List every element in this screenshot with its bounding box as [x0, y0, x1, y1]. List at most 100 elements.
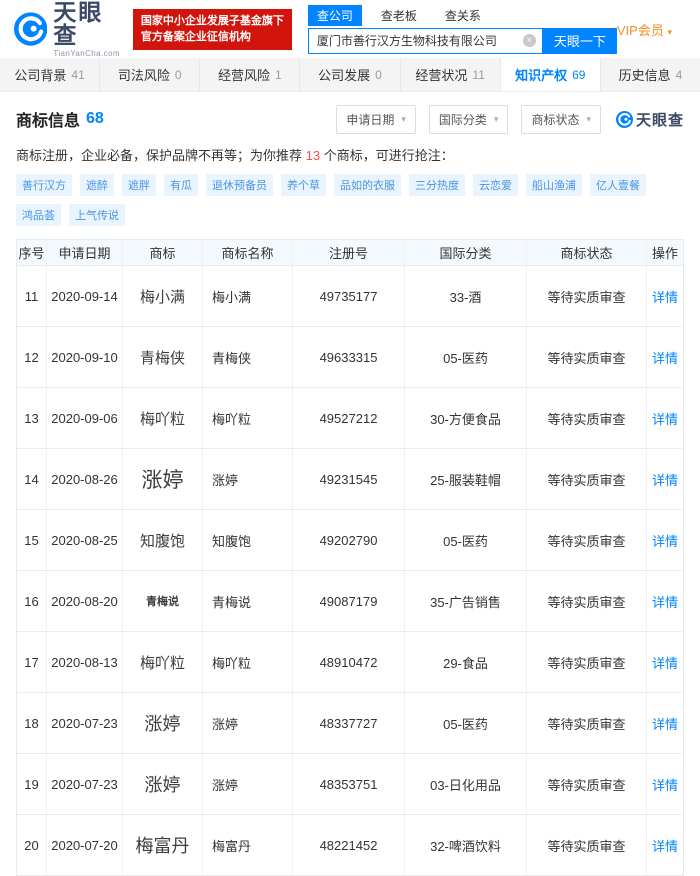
row-trademark-name: 涨婷 — [203, 693, 293, 753]
row-apply-date: 2020-07-20 — [47, 815, 123, 875]
row-registration-number: 49633315 — [293, 327, 405, 387]
nav-tab[interactable]: 经营风险 1 — [200, 58, 301, 91]
trademark-image-cell: 梅富丹 — [123, 815, 203, 875]
column-header: 注册号 — [293, 240, 405, 265]
trademark-tag[interactable]: 品如的衣服 — [334, 174, 401, 196]
nav-tab[interactable]: 公司背景 41 — [0, 58, 101, 91]
detail-link[interactable]: 详情 — [652, 836, 678, 855]
row-seq: 11 — [17, 266, 47, 326]
promo-text-after: 个商标，可进行抢注： — [320, 148, 454, 163]
trademark-image: 梅吖粒 — [139, 409, 185, 428]
table-row: 14 2020-08-26 涨婷 涨婷 49231545 25-服装鞋帽 等待实质审查 详情 — [17, 449, 683, 510]
detail-link[interactable]: 详情 — [652, 714, 678, 733]
nav-tab-label: 经营状况 — [415, 68, 468, 83]
nav-tab[interactable]: 经营状况 11 — [401, 58, 501, 91]
row-actions: 详情 — [647, 754, 683, 814]
table-row: 16 2020-08-20 青梅说 青梅说 49087179 35-广告销售 等待实质审查详… — [17, 571, 683, 632]
column-header: 操作 — [651, 246, 678, 261]
filter-dropdown[interactable]: 国际分类 ▾ — [428, 104, 509, 134]
watermark-text: 天眼查 — [635, 111, 684, 129]
trademark-image-cell: 涨婷 — [123, 449, 203, 509]
row-apply-date: 2020-07-23 — [47, 754, 123, 814]
trademark-image: 青梅侠 — [139, 348, 185, 367]
trademark-tag[interactable]: 退休预备员 — [206, 174, 273, 196]
row-apply-date: 2020-08-26 — [47, 449, 123, 509]
trademark-tag[interactable]: 船山渔浦 — [526, 174, 582, 196]
gov-certification-badge: 国家中小企业发展子基金旗下 官方备案企业征信机构 — [132, 8, 292, 50]
trademark-tag[interactable]: 亿人壹餐 — [590, 174, 646, 196]
nav-tab[interactable]: 司法风险 0 — [100, 58, 201, 91]
row-international-class: 30-方便食品 — [405, 388, 527, 448]
detail-link[interactable]: 详情 — [652, 531, 678, 550]
detail-link[interactable]: 详情 — [652, 653, 678, 672]
trademark-image-cell: 涨婷 — [123, 693, 203, 753]
search-button[interactable]: 天眼一下 — [542, 27, 617, 54]
vip-member-menu[interactable]: VIP会员 ▾ — [617, 20, 672, 39]
row-trademark-name: 青梅说 — [203, 571, 293, 631]
row-actions: 详情 — [647, 693, 683, 753]
row-seq: 19 — [17, 754, 47, 814]
nav-tab[interactable]: 历史信息 4 — [601, 58, 700, 91]
nav-tab[interactable]: 公司发展 0 — [300, 58, 401, 91]
detail-link[interactable]: 详情 — [652, 287, 678, 306]
row-status: 等待实质审查 — [527, 632, 647, 692]
trademark-tag[interactable]: 养个草 — [281, 174, 326, 196]
detail-link[interactable]: 详情 — [652, 775, 678, 794]
badge-line2: 官方备案企业征信机构 — [140, 31, 251, 43]
top-header: 天眼查 TianYanCha.com 国家中小企业发展子基金旗下 官方备案企业征… — [0, 0, 700, 58]
trademark-tag[interactable]: 遮醉 — [80, 174, 114, 196]
search-tab[interactable]: 查公司 — [307, 4, 362, 26]
search-box: × — [307, 27, 543, 54]
column-header: 序号 — [17, 240, 47, 265]
nav-tab[interactable]: 知识产权 69 — [500, 58, 601, 91]
trademark-tag[interactable]: 三分热度 — [409, 174, 465, 196]
detail-link[interactable]: 详情 — [652, 592, 678, 611]
trademark-tag[interactable]: 善行汉方 — [16, 174, 72, 196]
recommended-trademark-tags: 善行汉方 遮醉 遮胖 有瓜 退休预备员 养个草 品如的衣服 三分热度 云恋爱 船山渔浦 亿人壹餐鸿品… — [16, 174, 684, 226]
row-status: 等待实质审查 — [527, 571, 647, 631]
table-row: 11 2020-09-14 梅小满 梅小满 49735177 33-酒 等待实质审查 详情 — [17, 266, 683, 327]
nav-tab-count: 4 — [675, 67, 683, 82]
section-title: 商标信息 — [16, 113, 81, 130]
row-registration-number: 49527212 — [293, 388, 405, 448]
nav-tab-label: 司法风险 — [117, 68, 170, 83]
row-seq: 15 — [17, 510, 47, 570]
row-status: 等待实质审查 — [527, 693, 647, 753]
trademark-tag[interactable]: 云恋爱 — [473, 174, 518, 196]
search-tab[interactable]: 查老板 — [372, 5, 426, 26]
column-header: 国际分类 — [405, 240, 527, 265]
row-registration-number: 49735177 — [293, 266, 405, 326]
detail-link[interactable]: 详情 — [652, 409, 678, 428]
filter-dropdown[interactable]: 申请日期 ▾ — [336, 104, 416, 134]
trademark-tag[interactable]: 有瓜 — [164, 174, 198, 196]
clear-search-icon[interactable]: × — [522, 34, 536, 47]
row-international-class: 32-啤酒饮料 — [405, 815, 527, 875]
chevron-down-icon: ▾ — [493, 113, 499, 124]
row-actions: 详情 — [647, 327, 683, 387]
row-registration-number: 48337727 — [293, 693, 405, 753]
row-actions: 详情 — [647, 388, 683, 448]
detail-link[interactable]: 详情 — [652, 470, 678, 489]
row-seq: 18 — [17, 693, 47, 753]
nav-tab-label: 知识产权 — [515, 68, 568, 83]
tianyancha-logo[interactable]: 天眼查 TianYanCha.com — [14, 0, 123, 58]
trademark-image: 梅富丹 — [135, 836, 190, 857]
row-international-class: 05-医药 — [405, 327, 527, 387]
row-international-class: 35-广告销售 — [405, 571, 527, 631]
row-apply-date: 2020-08-25 — [47, 510, 123, 570]
trademark-image: 涨婷 — [144, 714, 181, 735]
trademark-promo-text: 商标注册，企业必备，保护品牌不再等；为你推荐 13 个商标，可进行抢注： — [16, 145, 684, 164]
vip-label: VIP会员 — [616, 22, 664, 38]
row-international-class: 05-医药 — [405, 693, 527, 753]
search-tabs: 查公司 查老板 查关系 — [307, 4, 617, 26]
row-trademark-name: 涨婷 — [203, 449, 293, 509]
badge-line1: 国家中小企业发展子基金旗下 — [140, 14, 284, 27]
trademark-image-cell: 梅小满 — [123, 266, 203, 326]
detail-link[interactable]: 详情 — [652, 348, 678, 367]
search-tab[interactable]: 查关系 — [436, 5, 490, 26]
filter-dropdown[interactable]: 商标状态 ▾ — [521, 104, 601, 134]
company-search-input[interactable] — [308, 33, 542, 48]
trademark-tag[interactable]: 鸿品荟 — [16, 204, 61, 226]
trademark-tag[interactable]: 上气传说 — [69, 204, 125, 226]
trademark-tag[interactable]: 遮胖 — [122, 174, 156, 196]
